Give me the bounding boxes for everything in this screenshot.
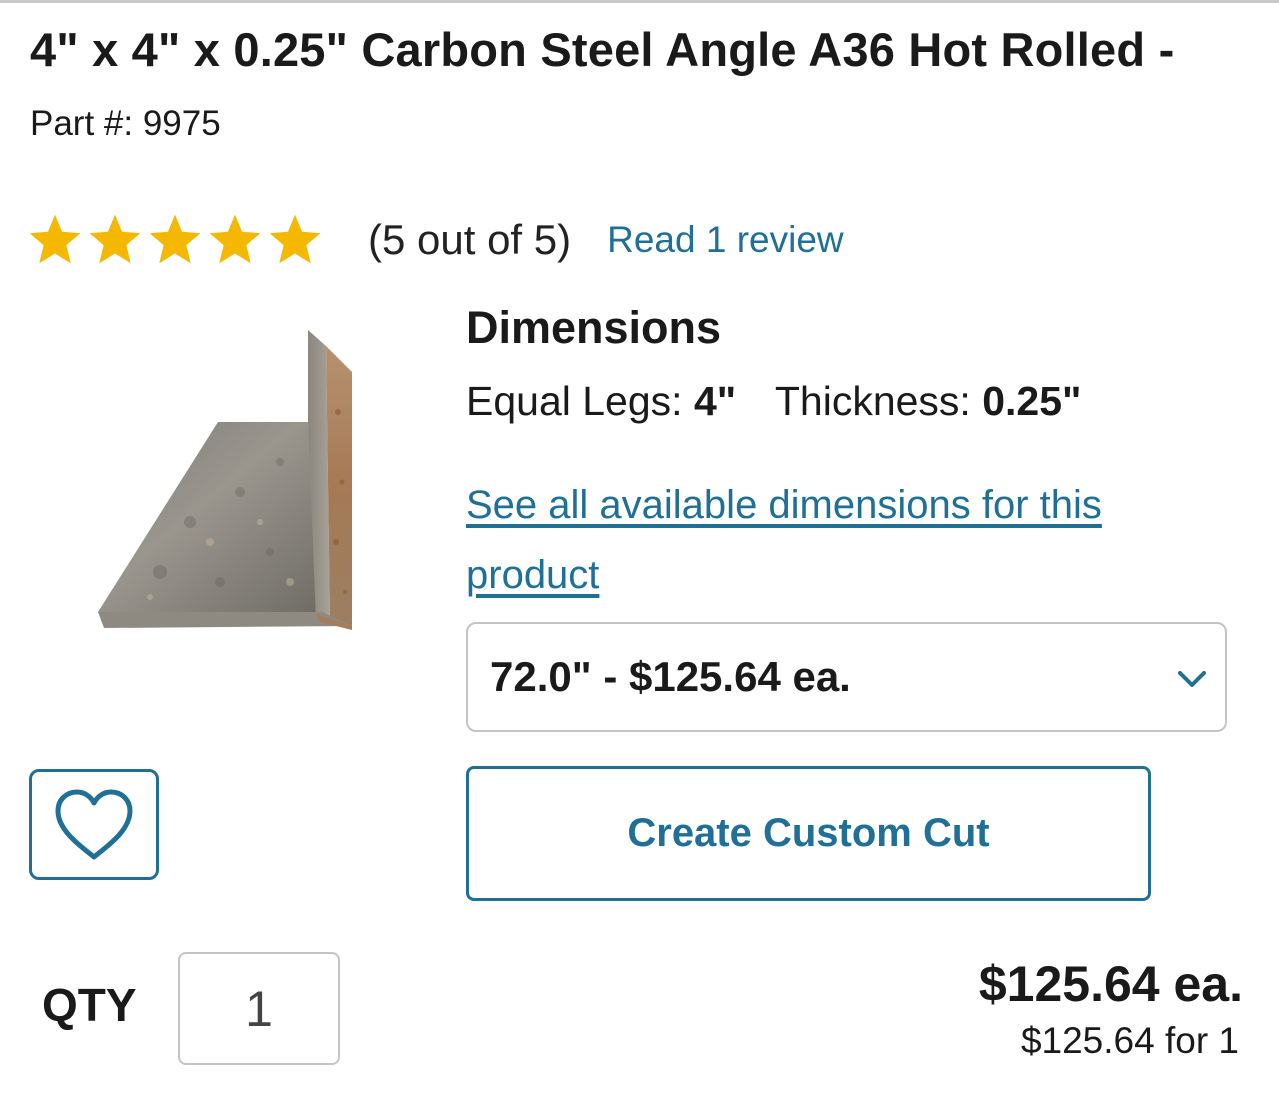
star-icon [89, 214, 141, 264]
see-all-dimensions-link[interactable]: See all available dimensions for this pr… [466, 470, 1226, 610]
equal-legs-label: Equal Legs: [466, 378, 683, 424]
rating-row: (5 out of 5) Read 1 review [26, 208, 844, 272]
star-icon [209, 214, 261, 264]
dimensions-heading: Dimensions [466, 302, 722, 353]
total-price: $125.64 for 1 [1020, 1020, 1239, 1061]
quantity-input[interactable] [178, 952, 340, 1065]
heart-icon [55, 789, 133, 859]
favorite-button[interactable] [29, 769, 159, 880]
product-image [90, 322, 362, 640]
equal-legs-value: 4" [693, 378, 737, 424]
star-icon [149, 214, 201, 264]
chevron-down-icon [1178, 671, 1206, 687]
rating-text: (5 out of 5) [368, 216, 572, 263]
star-icon [269, 214, 321, 264]
qty-label: QTY [42, 979, 137, 1031]
length-select[interactable]: 72.0" - $125.64 ea. [466, 622, 1227, 732]
thickness-value: 0.25" [982, 378, 1082, 424]
part-number: Part #: 9975 [30, 104, 221, 143]
length-select-value: 72.0" - $125.64 ea. [490, 653, 851, 700]
create-custom-cut-button[interactable]: Create Custom Cut [466, 766, 1151, 901]
star-icon [29, 214, 81, 264]
read-reviews-link[interactable]: Read 1 review [607, 219, 844, 261]
top-border [0, 0, 1279, 3]
thickness-label: Thickness: [774, 378, 971, 424]
dimensions-values: Equal Legs: 4" Thickness: 0.25" [466, 378, 1081, 425]
unit-price: $125.64 ea. [978, 956, 1243, 1012]
product-title: 4" x 4" x 0.25" Carbon Steel Angle A36 H… [30, 23, 1175, 76]
star-rating [26, 211, 324, 269]
